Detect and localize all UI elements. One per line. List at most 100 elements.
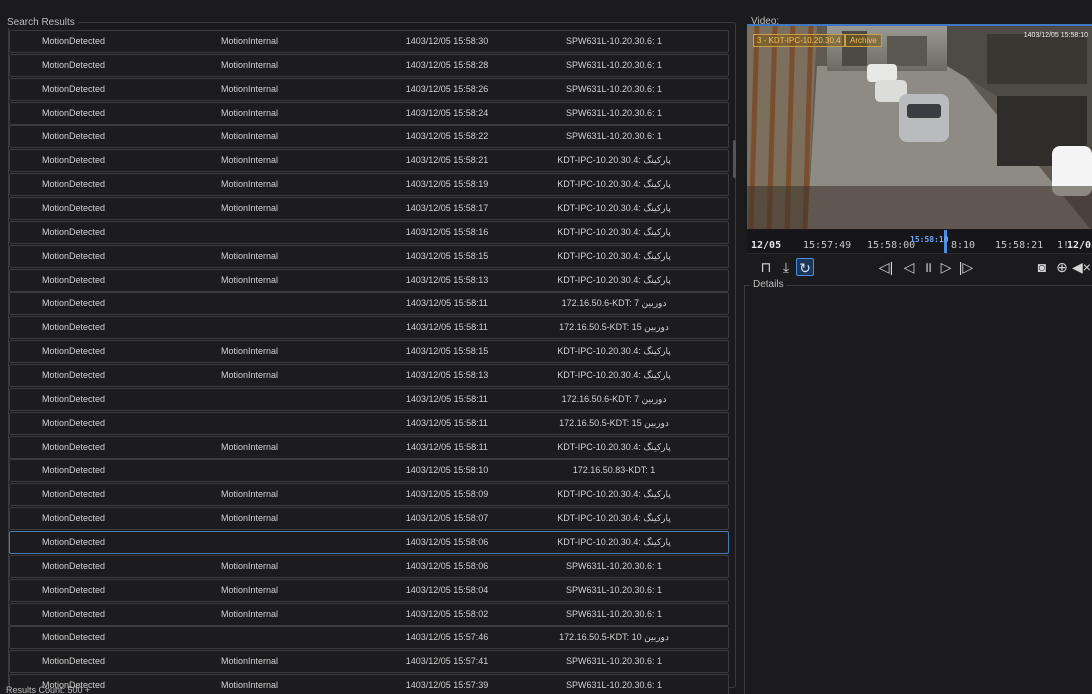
result-row[interactable]: MotionDetected MotionInternal 1403/12/05 1… <box>9 483 729 507</box>
result-row[interactable]: MotionDetected MotionInternal 1403/12/05 1… <box>9 197 729 221</box>
source-cell: SPW631L-10.20.30.6: 1 <box>565 584 663 595</box>
event-cell: MotionDetected <box>42 608 106 619</box>
result-row[interactable]: MotionDetected 1403/12/05 15:58:11 172.16.… <box>9 316 729 340</box>
pause-icon[interactable]: ॥ <box>919 258 937 276</box>
event-cell: MotionDetected <box>42 131 106 142</box>
ptz-icon[interactable]: ⊕ <box>1053 258 1071 276</box>
type-cell: MotionInternal <box>221 513 279 524</box>
results-list[interactable]: MotionDetected MotionInternal 1403/12/05 1… <box>9 30 729 694</box>
result-row[interactable]: MotionDetected MotionInternal 1403/12/05 1… <box>9 77 729 101</box>
snapshot-icon[interactable]: ◙ <box>1033 258 1051 276</box>
type-cell: MotionInternal <box>221 250 279 261</box>
type-cell: MotionInternal <box>221 179 279 190</box>
details-title: Details <box>750 279 787 290</box>
timeline-label: 15:58:21 <box>995 240 1044 251</box>
export-icon[interactable]: ⤓ <box>777 258 795 276</box>
type-cell: MotionInternal <box>221 346 279 357</box>
result-row[interactable]: MotionDetected 1403/12/05 15:58:16 KDT-IPC… <box>9 220 729 244</box>
source-cell: KDT-IPC-10.20.30.4: پارکینگ <box>557 537 671 548</box>
event-cell: MotionDetected <box>42 465 106 476</box>
time-cell: 1403/12/05 15:58:02 <box>405 608 489 619</box>
time-cell: 1403/12/05 15:58:10 <box>405 465 489 476</box>
event-cell: MotionDetected <box>42 560 106 571</box>
result-row[interactable]: MotionDetected MotionInternal 1403/12/05 1… <box>9 125 729 149</box>
event-cell: MotionDetected <box>42 537 106 548</box>
type-cell: MotionInternal <box>221 36 279 46</box>
result-row[interactable]: MotionDetected MotionInternal 1403/12/05 1… <box>9 30 729 53</box>
play-icon[interactable]: ▷ <box>937 258 955 276</box>
result-row[interactable]: MotionDetected MotionInternal 1403/12/05 1… <box>9 244 729 268</box>
source-cell: KDT-IPC-10.20.30.4: پارکینگ <box>557 370 671 381</box>
result-row[interactable]: MotionDetected 1403/12/05 15:58:11 172.16.… <box>9 411 729 435</box>
time-cell: 1403/12/05 15:58:11 <box>406 298 488 309</box>
event-cell: MotionDetected <box>42 226 106 237</box>
type-cell: MotionInternal <box>221 560 279 571</box>
result-row[interactable]: MotionDetected MotionInternal 1403/12/05 1… <box>9 53 729 77</box>
event-cell: MotionDetected <box>42 107 106 118</box>
type-cell: MotionInternal <box>221 83 279 94</box>
type-cell: MotionInternal <box>221 107 279 118</box>
results-scrollbar[interactable] <box>733 140 736 178</box>
source-cell: KDT-IPC-10.20.30.4: پارکینگ <box>557 226 671 237</box>
result-row[interactable]: MotionDetected 1403/12/05 15:58:11 172.16.… <box>9 292 729 316</box>
osd-timestamp: 1403/12/05 15:58:10 <box>1023 32 1088 39</box>
source-cell: SPW631L-10.20.30.6: 1 <box>565 83 663 94</box>
result-row[interactable]: MotionDetected MotionInternal 1403/12/05 1… <box>9 650 729 674</box>
event-cell: MotionDetected <box>42 489 106 500</box>
event-cell: MotionDetected <box>42 656 106 667</box>
type-cell: MotionInternal <box>221 441 279 452</box>
timeline-label: 15:58:00 <box>867 240 916 251</box>
timeline-label: 12/05 <box>1067 240 1092 251</box>
time-cell: 1403/12/05 15:58:19 <box>405 179 489 190</box>
source-cell: SPW631L-10.20.30.6: 1 <box>565 131 663 142</box>
time-cell: 1403/12/05 15:58:11 <box>406 393 488 404</box>
result-row[interactable]: MotionDetected MotionInternal 1403/12/05 1… <box>9 507 729 531</box>
result-row[interactable]: MotionDetected 1403/12/05 15:57:46 172.16.… <box>9 626 729 650</box>
step-back-icon[interactable]: ◁| <box>877 258 895 276</box>
time-cell: 1403/12/05 15:57:41 <box>405 656 489 667</box>
result-row[interactable]: MotionDetected MotionInternal 1403/12/05 1… <box>9 268 729 292</box>
bookmark-icon[interactable]: ⊓ <box>757 258 775 276</box>
result-row[interactable]: MotionDetected MotionInternal 1403/12/05 1… <box>9 101 729 125</box>
sync-icon[interactable]: ↻ <box>796 258 814 276</box>
type-cell: MotionInternal <box>221 608 279 619</box>
result-row[interactable]: MotionDetected 1403/12/05 15:58:11 172.16.… <box>9 387 729 411</box>
step-forward-icon[interactable]: |▷ <box>957 258 975 276</box>
event-cell: MotionDetected <box>42 59 106 70</box>
event-cell: MotionDetected <box>42 322 106 333</box>
time-cell: 1403/12/05 15:58:17 <box>405 203 489 214</box>
result-row[interactable]: MotionDetected 1403/12/05 15:58:06 KDT-IPC… <box>9 531 729 555</box>
type-cell: MotionInternal <box>221 203 279 214</box>
result-row[interactable]: MotionDetected MotionInternal 1403/12/05 1… <box>9 173 729 197</box>
play-reverse-icon[interactable]: ◁ <box>900 258 918 276</box>
source-cell: KDT-IPC-10.20.30.4: پارکینگ <box>557 489 671 500</box>
result-row[interactable]: MotionDetected MotionInternal 1403/12/05 1… <box>9 340 729 364</box>
time-cell: 1403/12/05 15:57:46 <box>405 632 489 643</box>
time-cell: 1403/12/05 15:58:11 <box>406 417 488 428</box>
result-row[interactable]: MotionDetected MotionInternal 1403/12/05 1… <box>9 602 729 626</box>
event-cell: MotionDetected <box>42 417 106 428</box>
result-row[interactable]: MotionDetected 1403/12/05 15:58:10 172.16.… <box>9 459 729 483</box>
type-cell: MotionInternal <box>221 59 279 70</box>
timeline[interactable]: 12/05 15:57:49 15:58:00 8:10 15:58:21 1!… <box>747 230 1092 254</box>
source-cell: KDT-IPC-10.20.30.4: پارکینگ <box>557 274 671 285</box>
result-row[interactable]: MotionDetected MotionInternal 1403/12/05 1… <box>9 364 729 388</box>
video-player[interactable]: 3 - KDT-IPC-10.20.30.4 Archive 1403/12/0… <box>747 24 1092 229</box>
playback-controls: ⊓ ⤓ ↻ ◁| ◁ ॥ ▷ |▷ ◙ ⊕ ◀× <box>747 256 1092 278</box>
time-cell: 1403/12/05 15:58:15 <box>405 346 489 357</box>
event-cell: MotionDetected <box>42 370 106 381</box>
result-row[interactable]: MotionDetected MotionInternal 1403/12/05 1… <box>9 149 729 173</box>
result-row[interactable]: MotionDetected MotionInternal 1403/12/05 1… <box>9 578 729 602</box>
time-cell: 1403/12/05 15:58:22 <box>405 131 489 142</box>
source-cell: SPW631L-10.20.30.6: 1 <box>565 107 663 118</box>
time-cell: 1403/12/05 15:58:24 <box>405 107 489 118</box>
event-cell: MotionDetected <box>42 36 106 46</box>
type-cell: MotionInternal <box>221 584 279 595</box>
search-results-title: Search Results <box>4 17 78 28</box>
time-cell: 1403/12/05 15:58:06 <box>405 537 489 548</box>
result-row[interactable]: MotionDetected MotionInternal 1403/12/05 1… <box>9 554 729 578</box>
time-cell: 1403/12/05 15:58:11 <box>406 441 488 452</box>
result-row[interactable]: MotionDetected MotionInternal 1403/12/05 1… <box>9 435 729 459</box>
result-row[interactable]: MotionDetected MotionInternal 1403/12/05 1… <box>9 674 729 694</box>
mute-icon[interactable]: ◀× <box>1072 258 1091 276</box>
